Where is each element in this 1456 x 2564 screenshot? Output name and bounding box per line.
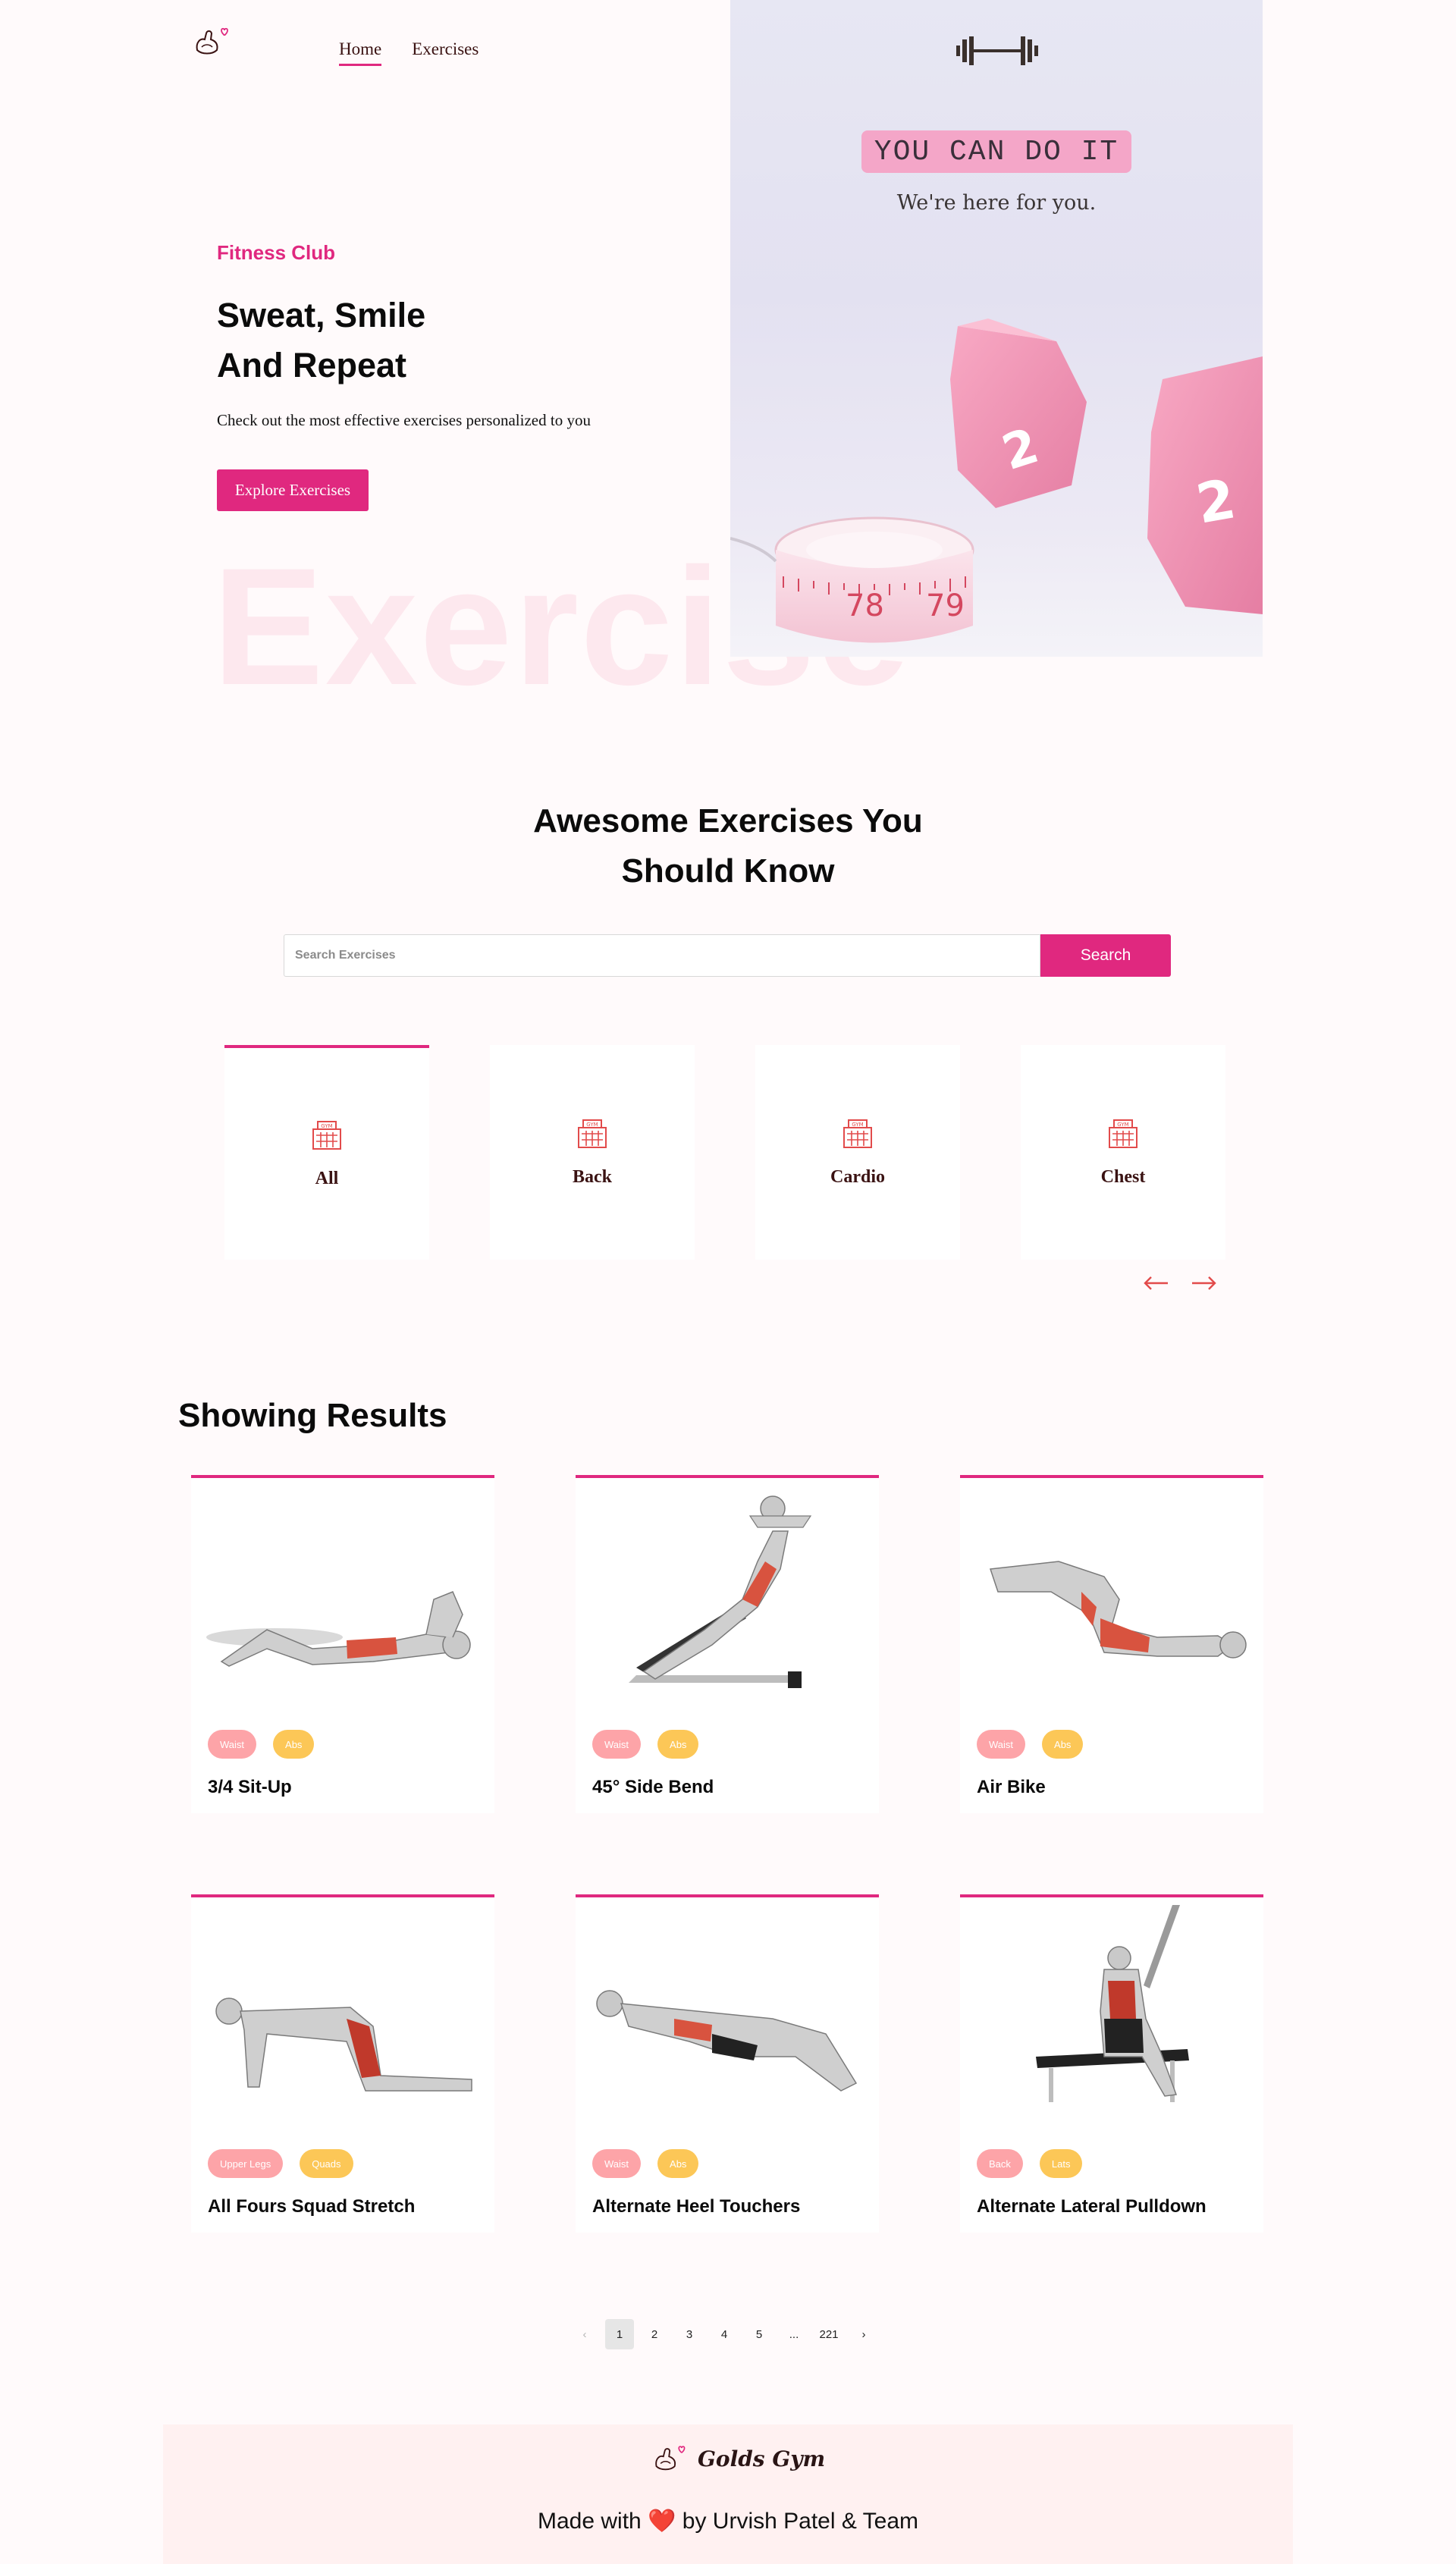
tag-target[interactable]: Abs <box>273 1730 315 1759</box>
exercise-illustration <box>596 1990 858 2092</box>
page-button-current[interactable]: 1 <box>605 2319 634 2349</box>
category-card-back[interactable]: GYM Back <box>490 1045 695 1260</box>
svg-text:GYM: GYM <box>586 1122 598 1128</box>
category-card-cardio[interactable]: GYM Cardio <box>755 1045 960 1260</box>
search-input[interactable] <box>284 934 1040 977</box>
exercise-illustration <box>1036 1905 1189 2102</box>
svg-text:78: 78 <box>846 588 884 623</box>
gym-building-icon: GYM <box>843 1119 872 1148</box>
logo-icon[interactable] <box>193 21 234 62</box>
gym-building-icon: GYM <box>578 1119 607 1148</box>
prev-page-button[interactable]: ‹ <box>570 2319 599 2349</box>
exercise-card[interactable]: Back Lats Alternate Lateral Pulldown <box>960 1894 1263 2233</box>
tag-target[interactable]: Lats <box>1039 2149 1083 2178</box>
main-nav: Home Exercises <box>339 39 479 66</box>
banner-tagline: YOU CAN DO IT <box>861 130 1131 173</box>
section-title-line2: Should Know <box>621 852 835 890</box>
tag-list: Waist Abs <box>592 1730 699 1759</box>
category-label: Cardio <box>830 1167 885 1187</box>
category-card-all[interactable]: GYM All <box>224 1045 429 1260</box>
exercise-card[interactable]: Waist Abs 3/4 Sit-Up <box>191 1475 494 1813</box>
tag-list: Waist Abs <box>208 1730 315 1759</box>
exercise-card[interactable]: Waist Abs Alternate Heel Touchers <box>576 1894 879 2233</box>
results-title: Showing Results <box>178 1397 447 1434</box>
exercise-name: 45° Side Bend <box>592 1777 714 1797</box>
tag-body-part[interactable]: Waist <box>208 1730 257 1759</box>
tag-target[interactable]: Quads <box>300 2149 353 2178</box>
exercise-illustration <box>989 1561 1247 1659</box>
logo-icon <box>655 2446 686 2471</box>
nav-exercises-link[interactable]: Exercises <box>412 39 479 66</box>
exercise-card[interactable]: Waist Abs 45° Side Bend <box>576 1475 879 1813</box>
hero-banner-image: YOU CAN DO IT We're here for you. 2 2 78… <box>730 0 1263 657</box>
exercise-card[interactable]: Upper Legs Quads All Fours Squad Stretch <box>191 1894 494 2233</box>
next-page-button[interactable]: › <box>849 2319 878 2349</box>
category-card-chest[interactable]: GYM Chest <box>1021 1045 1225 1260</box>
section-title: Awesome Exercises You Should Know <box>0 796 1456 896</box>
exercise-illustration <box>206 1591 471 1667</box>
dumbbell-photo: 2 2 78 79 <box>730 319 1263 643</box>
tag-body-part[interactable]: Waist <box>977 1730 1026 1759</box>
footer: Golds Gym Made with ❤️ by Urvish Patel &… <box>163 2424 1293 2564</box>
page-button[interactable]: 4 <box>710 2319 739 2349</box>
arrow-left-icon[interactable] <box>1142 1274 1169 1292</box>
exercise-card[interactable]: Waist Abs Air Bike <box>960 1475 1263 1813</box>
hero-title-line2: And Repeat <box>217 346 407 384</box>
dumbbell-icon <box>956 36 1038 65</box>
footer-credit: Made with ❤️ by Urvish Patel & Team <box>163 2508 1293 2534</box>
tag-body-part[interactable]: Waist <box>592 2149 642 2178</box>
tag-body-part[interactable]: Back <box>977 2149 1023 2178</box>
explore-exercises-button[interactable]: Explore Exercises <box>217 469 369 511</box>
page-button[interactable]: 5 <box>745 2319 774 2349</box>
page-button-last[interactable]: 221 <box>814 2319 843 2349</box>
hero-title-line1: Sweat, Smile <box>217 296 426 334</box>
svg-text:GYM: GYM <box>1117 1122 1128 1128</box>
credit-suffix: by Urvish Patel & Team <box>682 2509 919 2534</box>
tag-target[interactable]: Abs <box>1042 1730 1084 1759</box>
arrow-right-icon[interactable] <box>1191 1274 1218 1292</box>
category-scroller: GYM All GYM Back GYM Cardio GYM Chest <box>224 1045 1225 1260</box>
tag-body-part[interactable]: Upper Legs <box>208 2149 284 2178</box>
category-label: All <box>315 1169 339 1188</box>
exercise-grid: Waist Abs 3/4 Sit-Up Waist Abs 45° Side … <box>191 1475 1263 2233</box>
exercise-illustration <box>629 1495 812 1688</box>
exercise-illustration <box>215 1998 472 2092</box>
tag-list: Waist Abs <box>977 1730 1084 1759</box>
tag-list: Back Lats <box>977 2149 1083 2178</box>
hero-title: Sweat, Smile And Repeat <box>217 290 425 391</box>
exercise-name: Air Bike <box>977 1777 1046 1797</box>
exercise-name: 3/4 Sit-Up <box>208 1777 292 1797</box>
page-button[interactable]: 2 <box>640 2319 669 2349</box>
category-label: Chest <box>1100 1167 1146 1187</box>
svg-text:GYM: GYM <box>852 1122 863 1128</box>
pagination: ‹ 1 2 3 4 5 ... 221 › <box>570 2319 878 2349</box>
search-bar: Search <box>284 934 1171 977</box>
exercise-name: All Fours Squad Stretch <box>208 2196 416 2217</box>
page-button[interactable]: 3 <box>675 2319 704 2349</box>
banner-message: We're here for you. <box>896 191 1097 215</box>
tag-body-part[interactable]: Waist <box>592 1730 642 1759</box>
footer-brand-name: Golds Gym <box>698 2446 826 2471</box>
search-button[interactable]: Search <box>1040 934 1171 977</box>
section-title-line1: Awesome Exercises You <box>533 802 923 839</box>
heart-icon: ❤️ <box>648 2509 676 2534</box>
page-ellipsis: ... <box>789 2327 799 2341</box>
exercise-name: Alternate Lateral Pulldown <box>977 2196 1207 2217</box>
category-label: Back <box>572 1167 612 1187</box>
svg-text:79: 79 <box>926 588 965 623</box>
hero-description: Check out the most effective exercises p… <box>217 411 591 429</box>
category-arrows <box>1142 1274 1218 1292</box>
svg-text:GYM: GYM <box>321 1123 332 1129</box>
gym-building-icon: GYM <box>1109 1119 1138 1148</box>
credit-prefix: Made with <box>537 2509 642 2534</box>
hero-subtitle: Fitness Club <box>217 241 336 264</box>
footer-brand[interactable]: Golds Gym <box>652 2440 825 2478</box>
nav-home-link[interactable]: Home <box>339 39 382 66</box>
gym-building-icon: GYM <box>312 1121 341 1150</box>
tag-list: Waist Abs <box>592 2149 699 2178</box>
tag-target[interactable]: Abs <box>657 2149 699 2178</box>
tag-target[interactable]: Abs <box>657 1730 699 1759</box>
exercise-name: Alternate Heel Touchers <box>592 2196 801 2217</box>
tag-list: Upper Legs Quads <box>208 2149 353 2178</box>
